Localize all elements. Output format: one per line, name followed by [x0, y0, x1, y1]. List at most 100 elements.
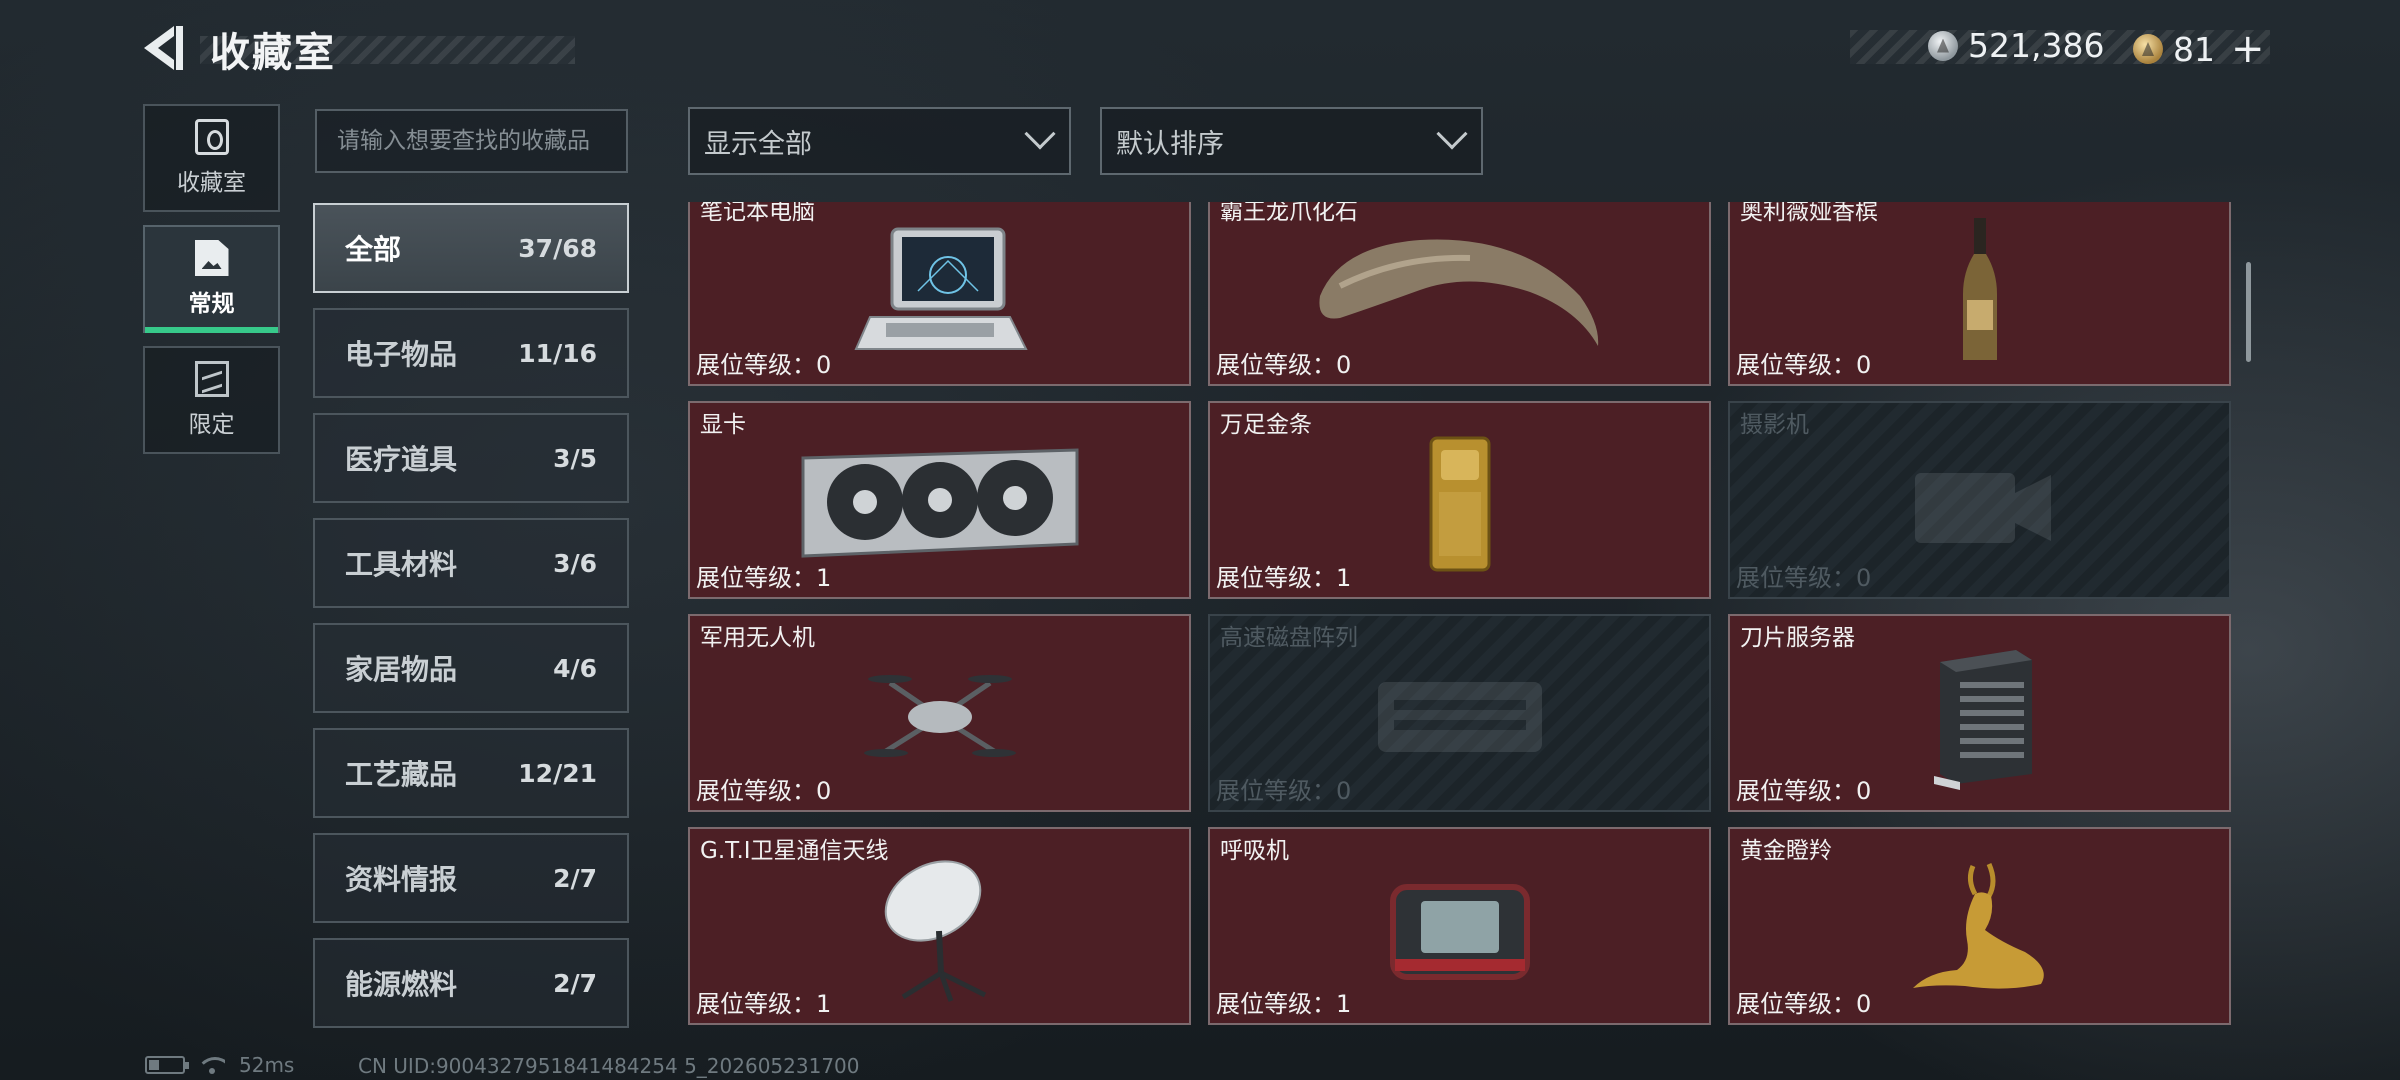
silver-currency: 521,386 — [1928, 26, 2104, 65]
item-name: 摄影机 — [1740, 412, 1809, 438]
silver-amount: 521,386 — [1968, 26, 2105, 65]
back-arrow-icon — [144, 26, 183, 70]
item-name: 万足金条 — [1220, 412, 1312, 438]
category-tools[interactable]: 工具材料 3/6 — [313, 518, 629, 608]
display-level: 展位等级：0 — [1736, 990, 1872, 1018]
category-name: 电子物品 — [345, 338, 458, 371]
camera-icon — [1914, 472, 2051, 543]
add-currency-button[interactable]: + — [2231, 26, 2265, 72]
collection-card[interactable]: 刀片服务器 展位等级：0 — [1728, 614, 2231, 812]
display-level: 展位等级：0 — [696, 777, 832, 805]
ping-value: 52ms — [239, 1053, 295, 1077]
side-tab-limited[interactable]: 限定 — [143, 346, 280, 454]
device-status: 52ms — [145, 1053, 294, 1077]
category-medical[interactable]: 医疗道具 3/5 — [313, 413, 629, 503]
category-intel[interactable]: 资料情报 2/7 — [313, 833, 629, 923]
category-name: 全部 — [345, 233, 402, 266]
gold-amount: 81 — [2173, 29, 2215, 69]
ventilator-icon — [1389, 883, 1530, 980]
satellite-dish-icon — [884, 860, 986, 1002]
category-name: 资料情报 — [345, 863, 458, 896]
silver-coin-icon — [1928, 30, 1958, 61]
category-count: 3/5 — [553, 443, 597, 473]
display-level: 展位等级：0 — [1736, 564, 1872, 592]
chevron-down-icon — [1436, 118, 1468, 150]
category-energy[interactable]: 能源燃料 2/7 — [313, 938, 629, 1028]
wifi-icon — [199, 1055, 225, 1075]
display-level: 展位等级：1 — [1216, 564, 1352, 592]
collection-card[interactable]: 黄金瞪羚 展位等级：0 — [1728, 827, 2231, 1025]
display-level: 展位等级：0 — [1736, 777, 1872, 805]
category-name: 工具材料 — [345, 548, 458, 581]
category-count: 37/68 — [518, 233, 597, 263]
gold-coin-icon — [2133, 34, 2163, 64]
category-all[interactable]: 全部 37/68 — [313, 203, 629, 293]
side-tab-vault[interactable]: 收藏室 — [143, 104, 280, 212]
collection-card[interactable]: 万足金条 展位等级：1 — [1208, 401, 1711, 599]
collection-card[interactable]: 摄影机 展位等级：0 — [1728, 401, 2231, 599]
collection-card[interactable]: 霸王龙爪化石 展位等级：0 — [1208, 202, 1711, 386]
display-level: 展位等级：1 — [696, 990, 832, 1018]
collection-card[interactable]: 呼吸机 展位等级：1 — [1208, 827, 1711, 1025]
category-name: 能源燃料 — [345, 968, 458, 1001]
collection-card[interactable]: 高速磁盘阵列 展位等级：0 — [1208, 614, 1711, 812]
champagne-icon — [1962, 217, 1997, 360]
battery-icon — [145, 1056, 189, 1074]
item-name: 黄金瞪羚 — [1740, 838, 1832, 864]
category-crafts[interactable]: 工艺藏品 12/21 — [313, 728, 629, 818]
category-count: 3/6 — [553, 548, 597, 578]
category-name: 家居物品 — [345, 653, 458, 686]
item-name: 霸王龙爪化石 — [1220, 202, 1358, 225]
display-level: 展位等级：0 — [1736, 351, 1872, 379]
category-count: 2/7 — [553, 968, 597, 998]
display-filter-value: 显示全部 — [704, 128, 812, 160]
collection-card[interactable]: 奥利薇娅香槟 展位等级：0 — [1728, 202, 2231, 386]
side-tab-label: 常规 — [188, 291, 235, 317]
picture-icon — [194, 361, 229, 397]
sort-dropdown[interactable]: 默认排序 — [1100, 107, 1483, 175]
collection-card[interactable]: 笔记本电脑 展位等级：0 — [688, 202, 1191, 386]
gold-bar-icon — [1429, 436, 1490, 572]
display-level: 展位等级：0 — [1216, 351, 1352, 379]
category-electronics[interactable]: 电子物品 11/16 — [313, 308, 629, 398]
gold-currency[interactable]: 81 + — [2133, 26, 2265, 72]
golden-gazelle-icon — [1912, 862, 2044, 989]
item-name: 奥利薇娅香槟 — [1740, 202, 1878, 225]
display-filter-dropdown[interactable]: 显示全部 — [688, 107, 1071, 175]
server-icon — [1933, 649, 2032, 790]
collection-grid: 笔记本电脑 展位等级：0 霸王龙爪化石 展位等级：0 奥利薇娅香槟 展位等级：0… — [688, 202, 2234, 1030]
display-level: 展位等级：0 — [1216, 777, 1352, 805]
page-title: 收藏室 — [210, 30, 336, 76]
collection-card[interactable]: 军用无人机 展位等级：0 — [688, 614, 1191, 812]
item-name: 呼吸机 — [1220, 838, 1289, 864]
item-name: 高速磁盘阵列 — [1220, 625, 1358, 651]
display-level: 展位等级：1 — [1216, 990, 1352, 1018]
side-tab-label: 收藏室 — [177, 170, 246, 196]
side-tab-label: 限定 — [188, 412, 235, 438]
category-list: 全部 37/68 电子物品 11/16 医疗道具 3/5 工具材料 3/6 家居… — [313, 203, 629, 1043]
item-name: 军用无人机 — [700, 625, 815, 651]
item-name: G.T.I卫星通信天线 — [700, 838, 889, 864]
search-input[interactable] — [315, 109, 628, 173]
item-name: 刀片服务器 — [1740, 625, 1855, 651]
sort-value: 默认排序 — [1116, 128, 1224, 160]
item-name: 显卡 — [700, 412, 746, 438]
display-level: 展位等级：0 — [696, 351, 832, 379]
display-level: 展位等级：1 — [696, 564, 832, 592]
collection-card[interactable]: G.T.I卫星通信天线 展位等级：1 — [688, 827, 1191, 1025]
category-count: 4/6 — [553, 653, 597, 683]
category-count: 12/21 — [518, 758, 597, 788]
category-name: 医疗道具 — [345, 443, 458, 476]
category-household[interactable]: 家居物品 4/6 — [313, 623, 629, 713]
disk-array-icon — [1377, 681, 1542, 752]
document-icon — [194, 240, 229, 276]
category-count: 2/7 — [553, 863, 597, 893]
side-tab-regular[interactable]: 常规 — [143, 225, 280, 333]
chevron-down-icon — [1024, 118, 1056, 150]
grid-scrollbar[interactable] — [2246, 262, 2251, 362]
laptop-icon — [853, 227, 1028, 350]
category-name: 工艺藏品 — [345, 758, 458, 791]
claw-fossil-icon — [1318, 239, 1598, 346]
collection-card[interactable]: 显卡 展位等级：1 — [688, 401, 1191, 599]
back-button[interactable] — [140, 22, 188, 74]
